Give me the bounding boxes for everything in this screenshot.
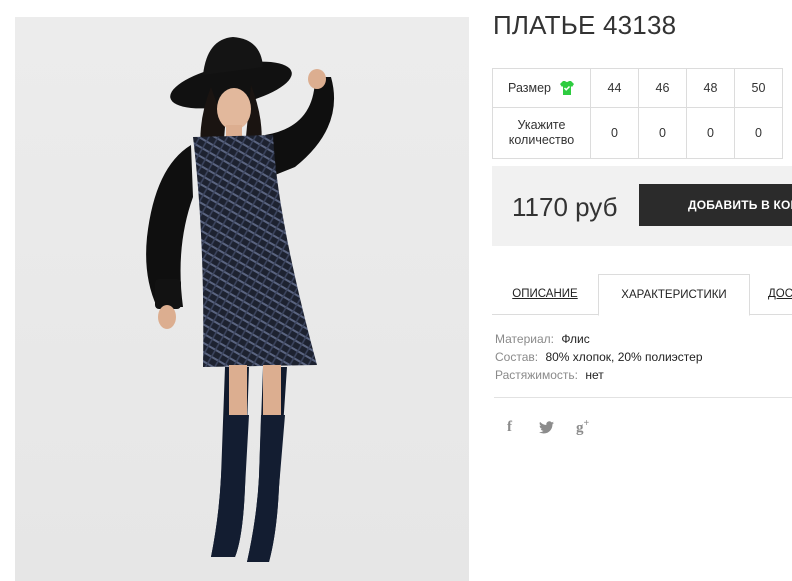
size-cell[interactable]: 46 <box>638 68 687 108</box>
characteristics-list: Материал: Флис Состав: 80% хлопок, 20% п… <box>495 330 703 384</box>
tab-characteristics-label: ХАРАКТЕРИСТИКИ <box>621 289 727 301</box>
model-illustration <box>146 37 335 562</box>
size-cell[interactable]: 48 <box>686 68 735 108</box>
social-share: f g+ <box>507 418 611 437</box>
product-photo[interactable] <box>15 17 469 581</box>
size-cell[interactable]: 50 <box>734 68 783 108</box>
tab-characteristics[interactable]: ХАРАКТЕРИСТИКИ <box>598 274 750 316</box>
spec-key: Состав: <box>495 350 539 364</box>
product-title: ПЛАТЬЕ 43138 <box>493 10 677 40</box>
price-panel: 1170 руб ДОБАВИТЬ В КОРЗИНУ <box>492 166 792 246</box>
tab-description-label: ОПИСАНИЕ <box>512 288 578 300</box>
spec-row: Состав: 80% хлопок, 20% полиэстер <box>495 348 703 366</box>
google-plus-icon[interactable]: g+ <box>576 418 589 437</box>
size-chart-icon[interactable] <box>559 80 575 96</box>
spec-value: 80% хлопок, 20% полиэстер <box>545 350 703 364</box>
facebook-icon[interactable]: f <box>507 419 517 436</box>
quantity-input[interactable]: 0 <box>686 107 735 159</box>
add-to-cart-label: ДОБАВИТЬ В КОРЗИНУ <box>688 198 792 212</box>
google-plus-glyph: g <box>576 420 584 436</box>
spec-value: нет <box>585 368 604 382</box>
size-cell[interactable]: 44 <box>590 68 639 108</box>
product-tabs: ОПИСАНИЕ ХАРАКТЕРИСТИКИ ДОСТАВКА <box>492 274 792 316</box>
tab-description[interactable]: ОПИСАНИЕ <box>492 274 598 314</box>
add-to-cart-button[interactable]: ДОБАВИТЬ В КОРЗИНУ <box>639 184 792 226</box>
tab-delivery-label: ДОСТАВКА <box>768 288 792 300</box>
size-table: Размер 44 46 48 50 Укажите количество 0 <box>492 68 783 159</box>
spec-row: Растяжимость: нет <box>495 366 703 384</box>
quantity-header-cell: Укажите количество <box>492 107 591 159</box>
tab-delivery[interactable]: ДОСТАВКА <box>768 274 792 314</box>
spec-key: Материал: <box>495 332 554 346</box>
twitter-icon[interactable] <box>539 421 554 434</box>
spec-row: Материал: Флис <box>495 330 703 348</box>
google-plus-sign: + <box>583 418 590 429</box>
spec-key: Растяжимость: <box>495 368 579 382</box>
quantity-label: Укажите количество <box>508 118 575 147</box>
product-page: ПЛАТЬЕ 43138 Размер 44 46 48 50 Укажите … <box>0 0 792 581</box>
spec-value: Флис <box>561 332 590 346</box>
section-divider <box>494 397 792 398</box>
size-header-cell: Размер <box>492 68 591 108</box>
quantity-input[interactable]: 0 <box>638 107 687 159</box>
quantity-row: Укажите количество 0 0 0 0 <box>492 107 783 159</box>
product-price: 1170 руб <box>512 192 618 222</box>
size-header-label: Размер <box>508 81 551 95</box>
quantity-input[interactable]: 0 <box>734 107 783 159</box>
size-row: Размер 44 46 48 50 <box>492 68 783 108</box>
quantity-input[interactable]: 0 <box>590 107 639 159</box>
